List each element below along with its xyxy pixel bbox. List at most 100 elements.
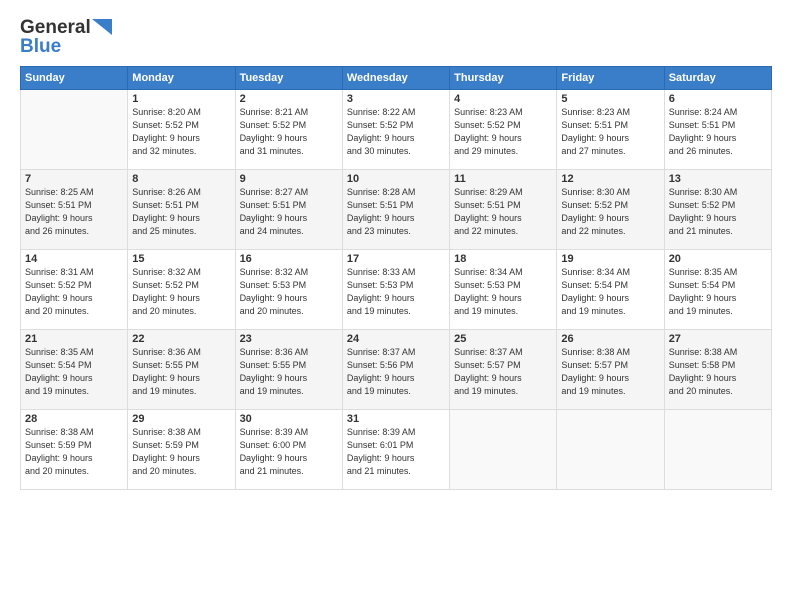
calendar-day-cell: 26Sunrise: 8:38 AM Sunset: 5:57 PM Dayli… xyxy=(557,329,664,409)
day-number: 16 xyxy=(240,253,338,265)
day-info: Sunrise: 8:39 AM Sunset: 6:00 PM Dayligh… xyxy=(240,426,338,478)
day-number: 28 xyxy=(25,413,123,425)
day-info: Sunrise: 8:35 AM Sunset: 5:54 PM Dayligh… xyxy=(669,266,767,318)
header: General Blue xyxy=(20,18,772,56)
page: General Blue SundayMondayTuesdayWednesda… xyxy=(0,0,792,612)
calendar-header-row: SundayMondayTuesdayWednesdayThursdayFrid… xyxy=(21,66,772,89)
calendar-body: 1Sunrise: 8:20 AM Sunset: 5:52 PM Daylig… xyxy=(21,89,772,489)
calendar-day-cell xyxy=(450,409,557,489)
day-number: 14 xyxy=(25,253,123,265)
calendar-day-cell: 27Sunrise: 8:38 AM Sunset: 5:58 PM Dayli… xyxy=(664,329,771,409)
day-number: 25 xyxy=(454,333,552,345)
day-info: Sunrise: 8:37 AM Sunset: 5:57 PM Dayligh… xyxy=(454,346,552,398)
day-number: 31 xyxy=(347,413,445,425)
day-number: 13 xyxy=(669,173,767,185)
day-number: 19 xyxy=(561,253,659,265)
day-number: 23 xyxy=(240,333,338,345)
calendar-day-cell: 18Sunrise: 8:34 AM Sunset: 5:53 PM Dayli… xyxy=(450,249,557,329)
day-info: Sunrise: 8:33 AM Sunset: 5:53 PM Dayligh… xyxy=(347,266,445,318)
day-number: 12 xyxy=(561,173,659,185)
calendar-day-cell: 13Sunrise: 8:30 AM Sunset: 5:52 PM Dayli… xyxy=(664,169,771,249)
calendar-day-cell: 29Sunrise: 8:38 AM Sunset: 5:59 PM Dayli… xyxy=(128,409,235,489)
day-info: Sunrise: 8:38 AM Sunset: 5:59 PM Dayligh… xyxy=(132,426,230,478)
day-info: Sunrise: 8:36 AM Sunset: 5:55 PM Dayligh… xyxy=(240,346,338,398)
day-number: 18 xyxy=(454,253,552,265)
day-number: 21 xyxy=(25,333,123,345)
calendar-day-cell: 4Sunrise: 8:23 AM Sunset: 5:52 PM Daylig… xyxy=(450,89,557,169)
calendar-day-cell: 15Sunrise: 8:32 AM Sunset: 5:52 PM Dayli… xyxy=(128,249,235,329)
day-info: Sunrise: 8:37 AM Sunset: 5:56 PM Dayligh… xyxy=(347,346,445,398)
calendar-day-cell: 14Sunrise: 8:31 AM Sunset: 5:52 PM Dayli… xyxy=(21,249,128,329)
calendar-day-cell: 8Sunrise: 8:26 AM Sunset: 5:51 PM Daylig… xyxy=(128,169,235,249)
day-info: Sunrise: 8:32 AM Sunset: 5:52 PM Dayligh… xyxy=(132,266,230,318)
day-number: 2 xyxy=(240,93,338,105)
day-info: Sunrise: 8:22 AM Sunset: 5:52 PM Dayligh… xyxy=(347,106,445,158)
calendar-day-cell: 25Sunrise: 8:37 AM Sunset: 5:57 PM Dayli… xyxy=(450,329,557,409)
day-number: 5 xyxy=(561,93,659,105)
day-info: Sunrise: 8:26 AM Sunset: 5:51 PM Dayligh… xyxy=(132,186,230,238)
calendar-week-row: 7Sunrise: 8:25 AM Sunset: 5:51 PM Daylig… xyxy=(21,169,772,249)
calendar-day-cell: 1Sunrise: 8:20 AM Sunset: 5:52 PM Daylig… xyxy=(128,89,235,169)
calendar-day-cell: 24Sunrise: 8:37 AM Sunset: 5:56 PM Dayli… xyxy=(342,329,449,409)
calendar-header-day: Thursday xyxy=(450,66,557,89)
calendar-day-cell: 17Sunrise: 8:33 AM Sunset: 5:53 PM Dayli… xyxy=(342,249,449,329)
calendar-table: SundayMondayTuesdayWednesdayThursdayFrid… xyxy=(20,66,772,490)
day-number: 4 xyxy=(454,93,552,105)
calendar-day-cell: 28Sunrise: 8:38 AM Sunset: 5:59 PM Dayli… xyxy=(21,409,128,489)
calendar-header-day: Tuesday xyxy=(235,66,342,89)
calendar-header-day: Friday xyxy=(557,66,664,89)
calendar-header-day: Monday xyxy=(128,66,235,89)
calendar-day-cell: 30Sunrise: 8:39 AM Sunset: 6:00 PM Dayli… xyxy=(235,409,342,489)
day-info: Sunrise: 8:29 AM Sunset: 5:51 PM Dayligh… xyxy=(454,186,552,238)
calendar-day-cell: 3Sunrise: 8:22 AM Sunset: 5:52 PM Daylig… xyxy=(342,89,449,169)
day-number: 11 xyxy=(454,173,552,185)
day-info: Sunrise: 8:23 AM Sunset: 5:52 PM Dayligh… xyxy=(454,106,552,158)
day-info: Sunrise: 8:39 AM Sunset: 6:01 PM Dayligh… xyxy=(347,426,445,478)
logo: General Blue xyxy=(20,18,112,56)
calendar-day-cell: 23Sunrise: 8:36 AM Sunset: 5:55 PM Dayli… xyxy=(235,329,342,409)
calendar-week-row: 14Sunrise: 8:31 AM Sunset: 5:52 PM Dayli… xyxy=(21,249,772,329)
day-number: 8 xyxy=(132,173,230,185)
day-info: Sunrise: 8:23 AM Sunset: 5:51 PM Dayligh… xyxy=(561,106,659,158)
calendar-day-cell xyxy=(557,409,664,489)
calendar-header-day: Sunday xyxy=(21,66,128,89)
calendar-header-day: Wednesday xyxy=(342,66,449,89)
day-info: Sunrise: 8:28 AM Sunset: 5:51 PM Dayligh… xyxy=(347,186,445,238)
day-number: 27 xyxy=(669,333,767,345)
calendar-week-row: 1Sunrise: 8:20 AM Sunset: 5:52 PM Daylig… xyxy=(21,89,772,169)
logo-triangle-icon xyxy=(92,19,112,35)
calendar-week-row: 21Sunrise: 8:35 AM Sunset: 5:54 PM Dayli… xyxy=(21,329,772,409)
day-info: Sunrise: 8:31 AM Sunset: 5:52 PM Dayligh… xyxy=(25,266,123,318)
calendar-week-row: 28 Sunrise: 8:38 AM Sunset: 5:59 PM Dayli… xyxy=(21,409,772,489)
day-info: Sunrise: 8:27 AM Sunset: 5:51 PM Dayligh… xyxy=(240,186,338,238)
day-info: Sunrise: 8:34 AM Sunset: 5:54 PM Dayligh… xyxy=(561,266,659,318)
day-number: 9 xyxy=(240,173,338,185)
day-info: Sunrise: 8:30 AM Sunset: 5:52 PM Dayligh… xyxy=(561,186,659,238)
day-info: Sunrise: 8:30 AM Sunset: 5:52 PM Dayligh… xyxy=(669,186,767,238)
day-number: 29 xyxy=(132,413,230,425)
day-number: 26 xyxy=(561,333,659,345)
calendar-day-cell: 6Sunrise: 8:24 AM Sunset: 5:51 PM Daylig… xyxy=(664,89,771,169)
calendar-day-cell: 11Sunrise: 8:29 AM Sunset: 5:51 PM Dayli… xyxy=(450,169,557,249)
calendar-day-cell: 12Sunrise: 8:30 AM Sunset: 5:52 PM Dayli… xyxy=(557,169,664,249)
day-info: Sunrise: 8:25 AM Sunset: 5:51 PM Dayligh… xyxy=(25,186,123,238)
day-info: Sunrise: 8:35 AM Sunset: 5:54 PM Dayligh… xyxy=(25,346,123,398)
day-info: Sunrise: 8:38 AM Sunset: 5:58 PM Dayligh… xyxy=(669,346,767,398)
calendar-day-cell: 9Sunrise: 8:27 AM Sunset: 5:51 PM Daylig… xyxy=(235,169,342,249)
calendar-day-cell: 31Sunrise: 8:39 AM Sunset: 6:01 PM Dayli… xyxy=(342,409,449,489)
day-number: 15 xyxy=(132,253,230,265)
calendar-day-cell: 5Sunrise: 8:23 AM Sunset: 5:51 PM Daylig… xyxy=(557,89,664,169)
day-info: Sunrise: 8:38 AM Sunset: 5:57 PM Dayligh… xyxy=(561,346,659,398)
day-info: Sunrise: 8:21 AM Sunset: 5:52 PM Dayligh… xyxy=(240,106,338,158)
day-number: 22 xyxy=(132,333,230,345)
calendar-header-day: Saturday xyxy=(664,66,771,89)
calendar-day-cell: 2Sunrise: 8:21 AM Sunset: 5:52 PM Daylig… xyxy=(235,89,342,169)
day-info: Sunrise: 8:24 AM Sunset: 5:51 PM Dayligh… xyxy=(669,106,767,158)
day-number: 3 xyxy=(347,93,445,105)
day-number: 6 xyxy=(669,93,767,105)
day-info: Sunrise: 8:32 AM Sunset: 5:53 PM Dayligh… xyxy=(240,266,338,318)
day-number: 10 xyxy=(347,173,445,185)
calendar-day-cell: 16Sunrise: 8:32 AM Sunset: 5:53 PM Dayli… xyxy=(235,249,342,329)
day-info: Sunrise: 8:36 AM Sunset: 5:55 PM Dayligh… xyxy=(132,346,230,398)
day-number: 20 xyxy=(669,253,767,265)
